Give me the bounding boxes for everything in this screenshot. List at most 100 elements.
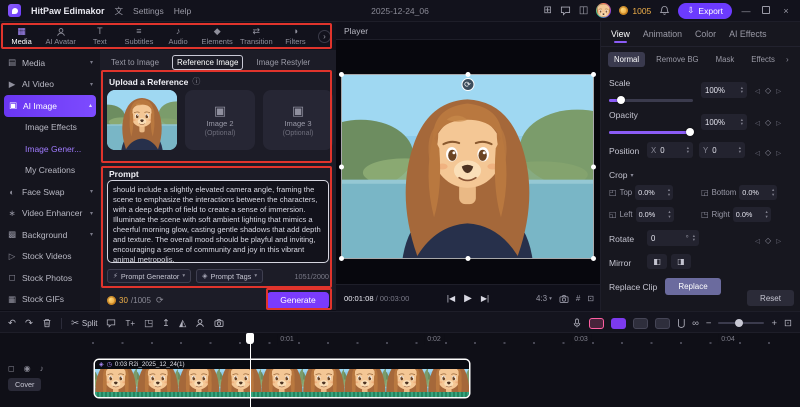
crop-left-value-box[interactable]: 0.0% ▴ ▾: [635, 207, 674, 222]
toolbar-item-ai-avatar[interactable]: AI Avatar: [41, 27, 80, 46]
position-x-box[interactable]: X 0 ▴ ▾: [647, 142, 693, 158]
timeline-ruler[interactable]: 0:01 0:02 0:03 0:04: [92, 333, 798, 347]
crop-bottom-value-box[interactable]: 0.0% ▴ ▾: [739, 185, 778, 200]
selection-handle-bottom-left[interactable]: [339, 256, 344, 261]
crop-right-value-box[interactable]: 0.0% ▴ ▾: [732, 207, 771, 222]
crop-bottom-stepper[interactable]: ▴ ▾: [772, 187, 774, 198]
scale-value-box[interactable]: 100% ▴ ▾: [701, 82, 747, 98]
playhead[interactable]: [246, 333, 254, 407]
keyframe-next-icon[interactable]: ▷: [776, 149, 781, 157]
tab-color[interactable]: Color: [695, 29, 716, 39]
export-button[interactable]: ⇩ Export: [678, 2, 732, 19]
notifications-button[interactable]: [659, 5, 670, 16]
crop-left-stepper[interactable]: ▴ ▾: [668, 209, 670, 219]
sidebar-item-stock-videos[interactable]: ▷ Stock Videos: [0, 246, 100, 268]
zoom-knob[interactable]: [735, 318, 744, 327]
split-button[interactable]: ✂ Split: [71, 318, 98, 329]
keyframe-next-icon[interactable]: ▷: [776, 237, 781, 245]
apps-button[interactable]: ⊞: [544, 5, 552, 16]
rotate-value-box[interactable]: 0 ° ▴ ▾: [647, 230, 699, 246]
record-button[interactable]: [214, 318, 224, 328]
keyframe-add-icon[interactable]: ◇: [765, 148, 771, 157]
monitor-button[interactable]: ◫: [579, 5, 588, 16]
fit-timeline-button[interactable]: ⊡: [784, 318, 792, 329]
menu-language[interactable]: 文: [115, 5, 124, 17]
zoom-out-button[interactable]: −: [706, 318, 712, 329]
subtab-normal[interactable]: Normal: [608, 52, 646, 67]
menu-settings[interactable]: Settings: [133, 6, 164, 16]
rotate-handle[interactable]: ⟳: [461, 78, 474, 91]
sidebar-item-image-effects[interactable]: Image Effects: [0, 117, 100, 139]
track-mute-icon[interactable]: ♪: [40, 364, 44, 373]
grid-overlay-button[interactable]: #: [576, 294, 580, 303]
slider-knob[interactable]: [616, 96, 625, 104]
stepper-down-icon[interactable]: ▾: [741, 121, 743, 127]
generate-button[interactable]: Generate: [267, 291, 329, 309]
subtab-effects[interactable]: Effects: [745, 52, 781, 67]
refresh-credits-button[interactable]: ⟳: [156, 295, 164, 306]
subtab-remove-bg[interactable]: Remove BG: [650, 52, 704, 67]
highlight-toggle[interactable]: [589, 317, 605, 329]
snapshot-button[interactable]: [559, 294, 569, 304]
selection-handle-left[interactable]: [339, 164, 344, 169]
maximize-button[interactable]: [760, 5, 772, 16]
stepper-down-icon[interactable]: ▾: [687, 149, 689, 155]
selection-handle-right[interactable]: [591, 164, 596, 169]
sidebar-item-image-generator[interactable]: Image Gener...: [0, 138, 100, 160]
prev-frame-button[interactable]: |◀: [447, 294, 455, 303]
tab-text-to-image[interactable]: Text to Image: [107, 56, 163, 69]
reference-image-slot-1[interactable]: [107, 90, 177, 150]
play-button[interactable]: ▶: [464, 293, 472, 304]
keyframe-prev-icon[interactable]: ◁: [755, 119, 760, 127]
subtabs-more-button[interactable]: ›: [786, 55, 789, 64]
voiceover-button[interactable]: [572, 318, 582, 328]
caption-toggle[interactable]: [611, 317, 627, 329]
track-toggle-b[interactable]: [655, 317, 671, 329]
prompt-textarea[interactable]: should include a slightly elevated camer…: [107, 180, 329, 263]
crop-top-stepper[interactable]: ▴ ▾: [668, 187, 670, 198]
reset-button[interactable]: Reset: [747, 290, 794, 306]
track-lock-icon[interactable]: ◻: [8, 364, 15, 373]
zoom-in-button[interactable]: +: [771, 318, 777, 329]
timeline-zoom-slider[interactable]: [718, 318, 765, 327]
track-visibility-icon[interactable]: ◉: [24, 364, 31, 373]
subtab-mask[interactable]: Mask: [710, 52, 741, 67]
stepper-down-icon[interactable]: ▾: [772, 192, 774, 198]
minimize-button[interactable]: —: [740, 6, 752, 16]
sidebar-item-my-creations[interactable]: My Creations: [0, 160, 100, 182]
selection-handle-top[interactable]: [465, 72, 470, 77]
prompt-tags-button[interactable]: ◈ Prompt Tags ▾: [196, 269, 264, 283]
rotate-stepper[interactable]: ▴ ▾: [693, 233, 695, 243]
avatar-button[interactable]: [195, 318, 205, 328]
crop-right-stepper[interactable]: ▴ ▾: [766, 209, 768, 219]
more-tools-button[interactable]: ›: [318, 29, 331, 43]
delete-button[interactable]: [42, 318, 52, 328]
scale-slider[interactable]: [609, 96, 693, 104]
opacity-slider[interactable]: [609, 128, 694, 136]
keyframe-add-icon[interactable]: ◇: [765, 118, 771, 127]
tab-view[interactable]: View: [611, 29, 630, 43]
timeline-clip[interactable]: ◈ ◷ 0:03 R2i_2025_12_24(1): [95, 360, 469, 397]
flip-horizontal-button[interactable]: ◧: [647, 254, 667, 269]
video-preview[interactable]: ⟳: [339, 72, 596, 261]
sidebar-item-background[interactable]: ▩ Background ▾: [0, 224, 100, 246]
stepper-down-icon[interactable]: ▾: [693, 237, 695, 243]
keyframe-prev-icon[interactable]: ◁: [755, 237, 760, 245]
keyframe-next-icon[interactable]: ▷: [776, 119, 781, 127]
stepper-down-icon[interactable]: ▾: [739, 149, 741, 155]
crop-top-value-box[interactable]: 0.0% ▴ ▾: [635, 185, 674, 200]
toolbar-item-audio[interactable]: ♪ Audio: [159, 27, 198, 46]
crop-section-label[interactable]: Crop ▾: [609, 170, 633, 180]
stepper-down-icon[interactable]: ▾: [668, 192, 670, 198]
project-title[interactable]: 2025-12-24_06: [371, 6, 429, 16]
toolbar-item-elements[interactable]: ◆ Elements: [198, 27, 237, 46]
close-button[interactable]: ×: [780, 6, 792, 16]
redo-button[interactable]: ↷: [25, 318, 33, 329]
aspect-ratio-button[interactable]: 4:3 ▾: [536, 294, 552, 303]
link-button[interactable]: ∞: [692, 318, 699, 329]
position-y-stepper[interactable]: ▴ ▾: [739, 145, 741, 155]
selection-handle-top-right[interactable]: [591, 72, 596, 77]
reference-image-slot-3[interactable]: ▣ Image 3 (Optional): [263, 90, 333, 150]
sidebar-item-ai-image[interactable]: ▣ AI Image ▴: [4, 95, 96, 117]
toolbar-item-subtitles[interactable]: ≡ Subtitles: [119, 27, 158, 46]
